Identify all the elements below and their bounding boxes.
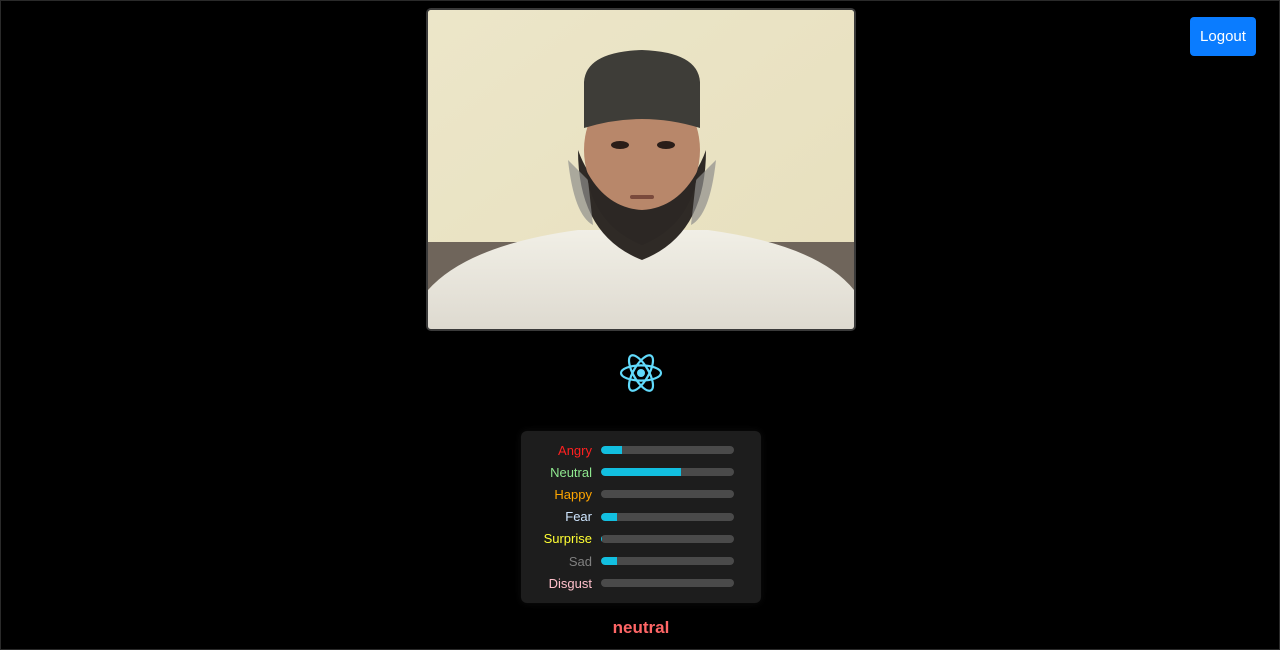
- webcam-video: [426, 8, 856, 331]
- emotion-bar-fill: [601, 534, 603, 543]
- emotion-row-fear: Fear: [521, 506, 761, 528]
- emotion-label: Disgust: [548, 575, 592, 591]
- react-logo-icon: [618, 351, 664, 395]
- emotion-row-sad: Sad: [521, 550, 761, 572]
- app-page: Logout Angry Neutral Happy Fear Surprise…: [0, 0, 1280, 650]
- emotion-bar-fill: [601, 512, 617, 521]
- emotion-bar-fill: [601, 468, 681, 477]
- emotion-row-neutral: Neutral: [521, 461, 761, 483]
- emotion-bar-track: [601, 446, 734, 455]
- emotion-label: Fear: [565, 509, 592, 525]
- emotion-label: Neutral: [550, 464, 592, 480]
- emotion-bar-track: [601, 468, 734, 477]
- emotion-bar-track: [601, 490, 734, 499]
- emotion-row-happy: Happy: [521, 483, 761, 505]
- emotion-bar-track: [601, 579, 734, 588]
- emotion-label: Happy: [554, 486, 592, 502]
- emotion-label: Sad: [568, 553, 592, 569]
- emotion-bar-fill: [601, 557, 617, 566]
- emotion-row-disgust: Disgust: [521, 572, 761, 594]
- emotion-bar-track: [601, 557, 734, 566]
- emotion-row-angry: Angry: [521, 439, 761, 461]
- logout-button[interactable]: Logout: [1190, 17, 1256, 56]
- emotion-panel: Angry Neutral Happy Fear Surprise Sad Di…: [521, 431, 761, 603]
- emotion-label: Surprise: [543, 531, 592, 547]
- emotion-bar-track: [601, 534, 734, 543]
- emotion-row-surprise: Surprise: [521, 528, 761, 550]
- emotion-bar-fill: [601, 446, 623, 455]
- detected-emotion-result: neutral: [612, 618, 670, 637]
- emotion-label: Angry: [558, 442, 592, 458]
- emotion-bar-track: [601, 512, 734, 521]
- webcam-frame: [428, 10, 854, 329]
